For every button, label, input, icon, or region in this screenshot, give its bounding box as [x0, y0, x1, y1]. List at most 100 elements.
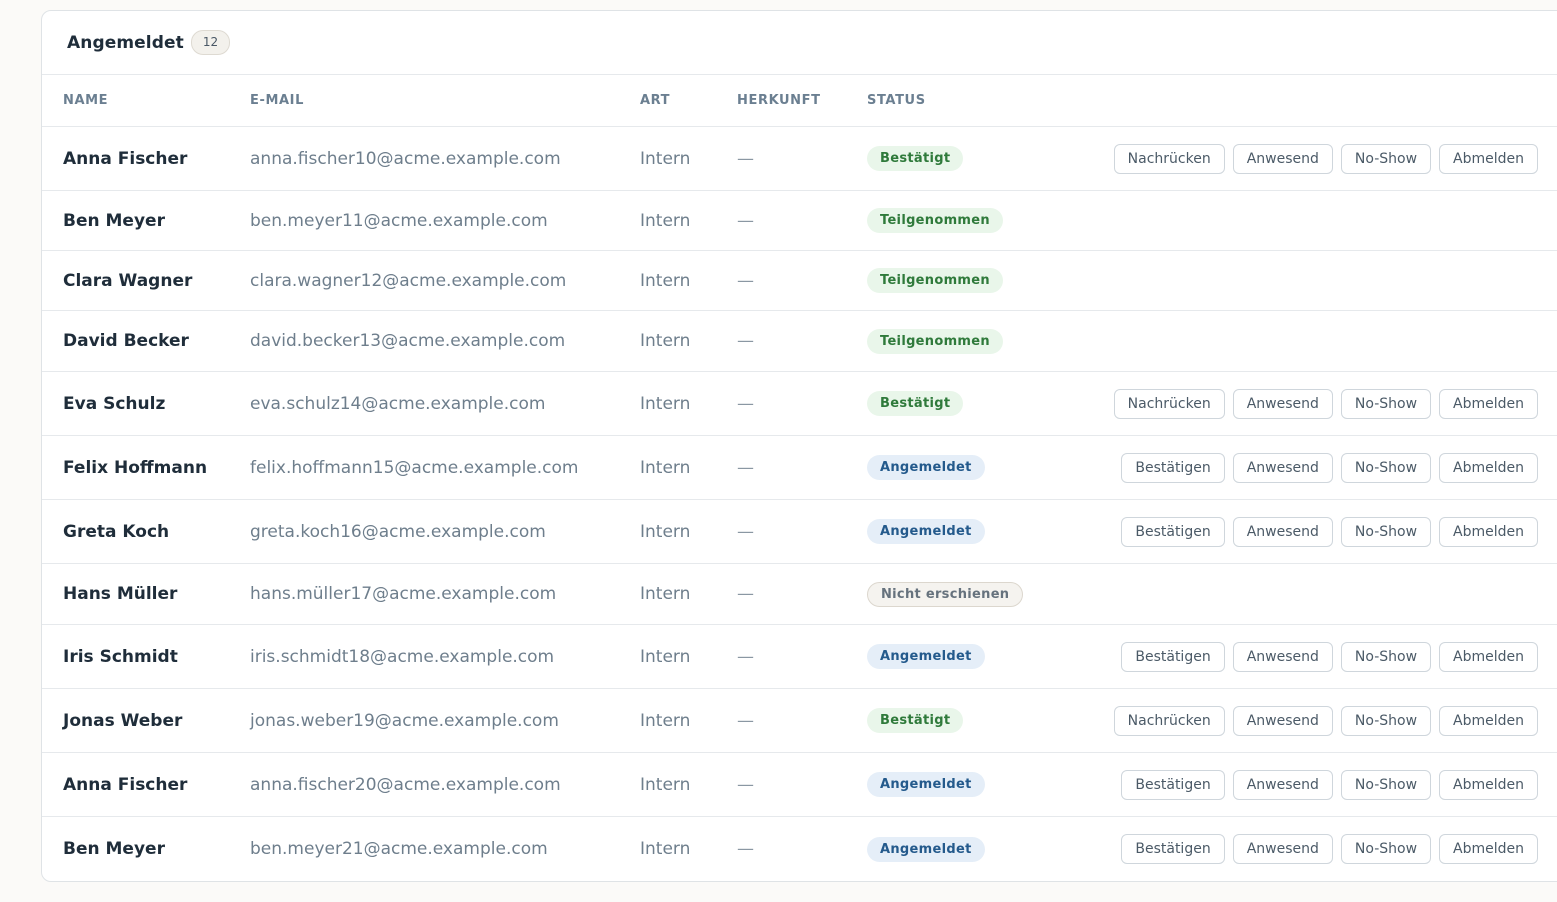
abmelden-button[interactable]: Abmelden — [1439, 452, 1538, 483]
attendee-art: Intern — [640, 521, 691, 542]
anwesend-button[interactable]: Anwesend — [1232, 388, 1333, 419]
status-badge: Teilgenommen — [867, 208, 1003, 233]
no-show-button[interactable]: No-Show — [1340, 452, 1432, 483]
anwesend-button[interactable]: Anwesend — [1232, 705, 1333, 736]
count-badge: 12 — [190, 30, 231, 55]
row-actions: Bestätigen Anwesend No-Show Abmelden — [1121, 625, 1538, 688]
row-actions: Bestätigen Anwesend No-Show Abmelden — [1121, 753, 1538, 816]
attendee-email: anna.fischer10@acme.example.com — [250, 148, 561, 169]
status-badge: Angemeldet — [867, 772, 985, 797]
attendee-email: eva.schulz14@acme.example.com — [250, 393, 546, 414]
status-cell: Bestätigt — [867, 689, 964, 752]
table-row: Greta Koch greta.koch16@acme.example.com I… — [42, 500, 1557, 564]
attendee-art: Intern — [640, 148, 691, 169]
no-show-button[interactable]: No-Show — [1340, 143, 1432, 174]
attendee-name: Eva Schulz — [63, 393, 166, 414]
anwesend-button[interactable]: Anwesend — [1232, 516, 1333, 547]
anwesend-button[interactable]: Anwesend — [1232, 452, 1333, 483]
abmelden-button[interactable]: Abmelden — [1439, 388, 1538, 419]
table-row: David Becker david.becker13@acme.example.… — [42, 311, 1557, 372]
anwesend-button[interactable]: Anwesend — [1232, 143, 1333, 174]
abmelden-button[interactable]: Abmelden — [1439, 641, 1538, 672]
anwesend-button[interactable]: Anwesend — [1232, 834, 1333, 864]
attendee-art: Intern — [640, 646, 691, 667]
abmelden-button[interactable]: Abmelden — [1439, 705, 1538, 736]
no-show-button[interactable]: No-Show — [1340, 388, 1432, 419]
table-row: Jonas Weber jonas.weber19@acme.example.co… — [42, 689, 1557, 753]
status-cell: Angemeldet — [867, 500, 985, 563]
nachruecken-button[interactable]: Nachrücken — [1113, 705, 1225, 736]
attendee-art: Intern — [640, 331, 691, 351]
status-cell: Bestätigt — [867, 127, 964, 190]
column-header-email: E-MAIL — [250, 93, 304, 108]
attendee-name: Jonas Weber — [63, 710, 183, 731]
status-badge: Teilgenommen — [867, 328, 1003, 354]
attendee-name: Greta Koch — [63, 521, 170, 542]
bestaetigen-button[interactable]: Bestätigen — [1121, 452, 1225, 483]
row-actions: Nachrücken Anwesend No-Show Abmelden — [1113, 372, 1538, 435]
bestaetigen-button[interactable]: Bestätigen — [1121, 516, 1225, 547]
attendee-herkunft: — — [737, 210, 754, 231]
table-row: Felix Hoffmann felix.hoffmann15@acme.exam… — [42, 436, 1557, 500]
attendee-art: Intern — [640, 270, 691, 291]
bestaetigen-button[interactable]: Bestätigen — [1121, 834, 1225, 864]
abmelden-button[interactable]: Abmelden — [1439, 769, 1538, 800]
attendee-email: jonas.weber19@acme.example.com — [250, 710, 559, 731]
attendee-name: Ben Meyer — [63, 210, 165, 231]
nachruecken-button[interactable]: Nachrücken — [1113, 143, 1225, 174]
column-header-status: STATUS — [867, 93, 926, 108]
attendee-name: David Becker — [63, 331, 189, 351]
attendee-name: Anna Fischer — [63, 774, 188, 795]
attendee-art: Intern — [640, 210, 691, 231]
status-cell: Angemeldet — [867, 625, 985, 688]
status-badge: Bestätigt — [867, 391, 964, 416]
abmelden-button[interactable]: Abmelden — [1439, 516, 1538, 547]
abmelden-button[interactable]: Abmelden — [1439, 143, 1538, 174]
attendee-art: Intern — [640, 774, 691, 795]
bestaetigen-button[interactable]: Bestätigen — [1121, 769, 1225, 800]
column-header-art: ART — [640, 93, 671, 108]
status-badge: Angemeldet — [867, 519, 985, 544]
attendee-email: greta.koch16@acme.example.com — [250, 521, 546, 542]
attendee-herkunft: — — [737, 331, 754, 351]
attendee-email: felix.hoffmann15@acme.example.com — [250, 457, 579, 478]
attendee-name: Clara Wagner — [63, 270, 193, 291]
row-actions: Bestätigen Anwesend No-Show Abmelden — [1121, 436, 1538, 499]
table-row: Anna Fischer anna.fischer10@acme.example.… — [42, 127, 1557, 191]
table-row: Clara Wagner clara.wagner12@acme.example.… — [42, 251, 1557, 311]
table-body: Anna Fischer anna.fischer10@acme.example.… — [42, 127, 1557, 881]
table-row: Ben Meyer ben.meyer21@acme.example.com Int… — [42, 817, 1557, 881]
card-title: Angemeldet — [67, 32, 184, 53]
no-show-button[interactable]: No-Show — [1340, 705, 1432, 736]
bestaetigen-button[interactable]: Bestätigen — [1121, 641, 1225, 672]
anwesend-button[interactable]: Anwesend — [1232, 769, 1333, 800]
attendee-herkunft: — — [737, 457, 754, 478]
attendee-herkunft: — — [737, 646, 754, 667]
nachruecken-button[interactable]: Nachrücken — [1113, 388, 1225, 419]
column-header-herkunft: HERKUNFT — [737, 93, 821, 108]
no-show-button[interactable]: No-Show — [1340, 516, 1432, 547]
row-actions: Bestätigen Anwesend No-Show Abmelden — [1121, 500, 1538, 563]
status-badge: Angemeldet — [867, 455, 985, 480]
attendee-art: Intern — [640, 457, 691, 478]
status-cell: Angemeldet — [867, 817, 985, 881]
no-show-button[interactable]: No-Show — [1340, 641, 1432, 672]
status-cell: Teilgenommen — [867, 251, 1003, 310]
row-actions: Nachrücken Anwesend No-Show Abmelden — [1113, 127, 1538, 190]
attendee-herkunft: — — [737, 270, 754, 291]
abmelden-button[interactable]: Abmelden — [1439, 834, 1538, 864]
status-cell: Angemeldet — [867, 436, 985, 499]
row-actions: Bestätigen Anwesend No-Show Abmelden — [1121, 817, 1538, 881]
attendee-email: ben.meyer21@acme.example.com — [250, 839, 548, 859]
anwesend-button[interactable]: Anwesend — [1232, 641, 1333, 672]
no-show-button[interactable]: No-Show — [1340, 834, 1432, 864]
attendee-name: Felix Hoffmann — [63, 457, 208, 478]
status-badge: Nicht erschienen — [867, 581, 1024, 607]
attendee-art: Intern — [640, 393, 691, 414]
no-show-button[interactable]: No-Show — [1340, 769, 1432, 800]
attendee-name: Anna Fischer — [63, 148, 188, 169]
attendee-art: Intern — [640, 710, 691, 731]
attendee-email: ben.meyer11@acme.example.com — [250, 210, 548, 231]
table-row: Ben Meyer ben.meyer11@acme.example.com Int… — [42, 191, 1557, 251]
attendee-herkunft: — — [737, 521, 754, 542]
